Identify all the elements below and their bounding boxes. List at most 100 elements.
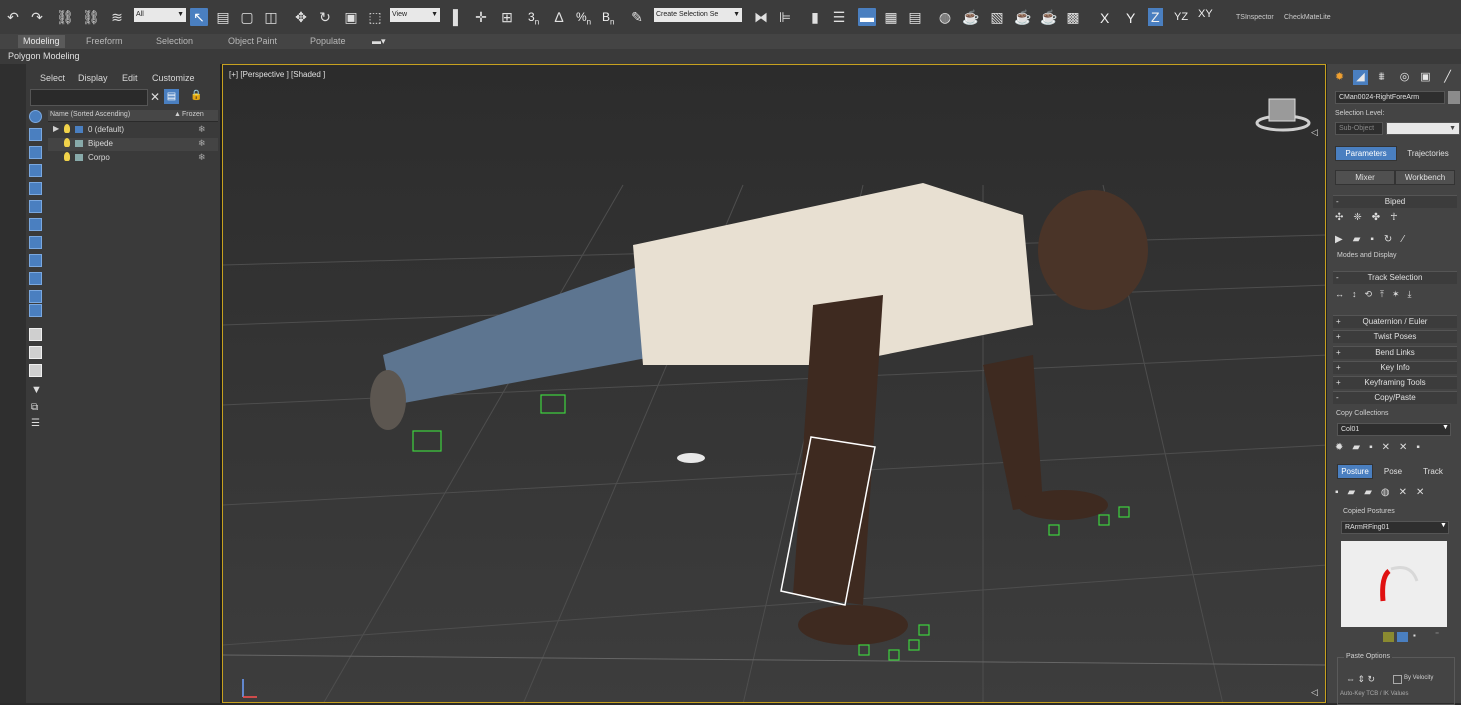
spinner-snap[interactable]: Bn [602,10,614,26]
mixer-button[interactable]: Mixer [1335,170,1395,185]
plugin-tsinspector[interactable]: TSInspector [1236,14,1274,21]
curve-editor-icon[interactable]: ▦ [882,8,900,26]
chevron-down-icon[interactable]: ▼ [1442,424,1449,431]
tab-populate[interactable]: Populate [310,36,346,46]
named-selection-dropdown[interactable]: Create Selection Se ▼ [654,8,742,22]
pivot-center-icon[interactable]: ▐ [444,8,462,26]
utilities-tab-icon[interactable]: ╱ [1440,70,1455,85]
material-editor-icon[interactable]: ◍ [936,8,954,26]
bind-space-warp-icon[interactable]: ≋ [108,8,126,26]
freeze-icon[interactable]: ❄ [198,124,206,135]
rollout-biped[interactable]: - Biped [1333,195,1457,208]
axis-constraint-x[interactable]: X [1100,10,1109,26]
scene-row-corpo[interactable]: Corpo ❄ [48,152,218,165]
by-velocity-checkbox[interactable] [1393,675,1402,684]
biped-file-icons[interactable]: ▶▰▪↻⁄ [1335,234,1455,248]
ribbon-toggle-icon[interactable]: ▬ [858,8,876,26]
scene-search-input[interactable] [30,89,148,106]
rect-selection-icon[interactable]: ▢ [238,8,256,26]
containers-filter-icon[interactable] [29,290,42,303]
schematic-view-icon[interactable]: ▤ [906,8,924,26]
select-children-icon[interactable]: ⧉ [31,402,38,413]
render-production-icon[interactable]: ☕ [1014,8,1032,26]
rollout-track-selection[interactable]: - Track Selection [1333,271,1457,284]
axis-constraint-xy[interactable]: XY [1198,8,1213,20]
viewcube[interactable] [1255,98,1311,132]
cameras-filter-icon[interactable] [29,182,42,195]
tab-modeling[interactable]: Modeling [18,35,65,48]
lights-filter-icon[interactable] [29,164,42,177]
modify-tab-icon[interactable]: ◢ [1353,70,1368,85]
plugin-checkmatelite[interactable]: CheckMateLite [1284,14,1331,21]
object-name-field[interactable]: CMan0024-RightForeArm [1335,91,1445,104]
edit-named-selection-icon[interactable]: ✎ [628,8,646,26]
motion-tab-icon[interactable]: ◎ [1397,70,1412,85]
redo-icon[interactable]: ↷ [28,8,46,26]
tab-parameters[interactable]: Parameters [1335,146,1397,161]
axis-constraint-y[interactable]: Y [1126,10,1135,26]
collection-icons[interactable]: ✹▰▪✕✕▪ [1335,442,1455,456]
biped-mode-icons[interactable]: ✣❈✤☥ [1335,212,1455,226]
scale-icon[interactable]: ▣ [342,8,360,26]
render-setup-icon[interactable]: ☕ [962,8,980,26]
helpers-filter-icon[interactable] [29,200,42,213]
paste-menu-icon[interactable]: ⁻ [1435,630,1439,639]
filter-toggle-icon[interactable]: ▤ [164,89,179,104]
shapes-filter-icon[interactable] [29,146,42,159]
xrefs-filter-icon[interactable] [29,254,42,267]
display-tab-icon[interactable]: ▣ [1418,70,1433,85]
light-bulb-icon[interactable] [64,152,70,161]
lock-icon[interactable]: 🔒 [190,90,202,101]
create-tab-icon[interactable]: ✹ [1332,70,1347,85]
perspective-viewport[interactable]: [+] [Perspective ] [Shaded ] ◁ ◁ [222,64,1326,703]
reference-coord-dropdown[interactable]: View ▼ [390,8,440,22]
undo-icon[interactable]: ↶ [4,8,22,26]
hierarchy-tab-icon[interactable]: ⩩ [1374,70,1389,85]
scene-explorer-icon[interactable]: ☰ [830,8,848,26]
spacewarps-filter-icon[interactable] [29,218,42,231]
chevron-down-icon[interactable]: ▼ [1440,522,1447,529]
rollout-key-info[interactable]: + Key Info [1333,361,1457,374]
menu-customize[interactable]: Customize [152,73,195,83]
keyboard-shortcut-icon[interactable]: ⊞ [498,8,516,26]
align-icon[interactable]: ⊫ [776,8,794,26]
collection-dropdown[interactable]: Col01 [1337,423,1451,436]
col-name-header[interactable]: Name (Sorted Ascending) [50,111,130,118]
rollout-copy-paste[interactable]: - Copy/Paste [1333,391,1457,404]
layer-manager-icon[interactable]: ▮ [806,8,824,26]
modes-display-toggle[interactable]: Modes and Display [1337,252,1397,259]
funnel-filter-icon[interactable]: ▼ [31,384,42,396]
tab-trajectories[interactable]: Trajectories [1397,146,1459,161]
frozen-filter-icon[interactable] [29,304,42,317]
collapse-left-icon[interactable]: ◁ [1311,127,1318,138]
sub-object-button[interactable]: Sub-Object [1335,122,1383,135]
ribbon-options-icon[interactable]: ▬▾ [372,36,386,47]
axis-constraint-z[interactable]: Z [1148,8,1163,26]
snap-toggle[interactable]: 3n [528,10,539,26]
rollout-bend-links[interactable]: + Bend Links [1333,346,1457,359]
select-by-name-icon[interactable]: ▤ [214,8,232,26]
angle-snap-icon[interactable]: ∆ [550,8,568,26]
tab-selection[interactable]: Selection [156,36,193,46]
delete-posture-icon[interactable]: ▪ [1413,631,1416,640]
bones-filter-icon[interactable] [29,272,42,285]
posture-icons[interactable]: ▪▰▰◍✕✕ [1335,487,1455,501]
scene-row-default[interactable]: ▶ 0 (default) ❄ [48,124,218,137]
tab-track[interactable]: Track [1415,464,1451,479]
tab-pose[interactable]: Pose [1375,464,1411,479]
sub-object-dropdown[interactable]: ▼ [1386,122,1460,135]
mirror-icon[interactable]: ⧓ [752,8,770,26]
hidden-filter-icon[interactable] [29,328,42,341]
selection-filter-dropdown[interactable]: All ▼ [134,8,186,22]
rollout-twist-poses[interactable]: + Twist Poses [1333,330,1457,343]
light-bulb-icon[interactable] [64,138,70,147]
freeze-icon[interactable]: ❄ [198,152,206,163]
render-iterative-icon[interactable]: ☕ [1040,8,1058,26]
render-online-icon[interactable]: ▩ [1064,8,1082,26]
expand-arrow-icon[interactable]: ▶ [53,124,59,133]
move-icon[interactable]: ✥ [292,8,310,26]
link-icon[interactable]: ⛓ [56,8,74,26]
col-frozen-header[interactable]: Frozen [182,111,204,118]
groups-filter-icon[interactable] [29,236,42,249]
freeze-icon[interactable]: ❄ [198,138,206,149]
